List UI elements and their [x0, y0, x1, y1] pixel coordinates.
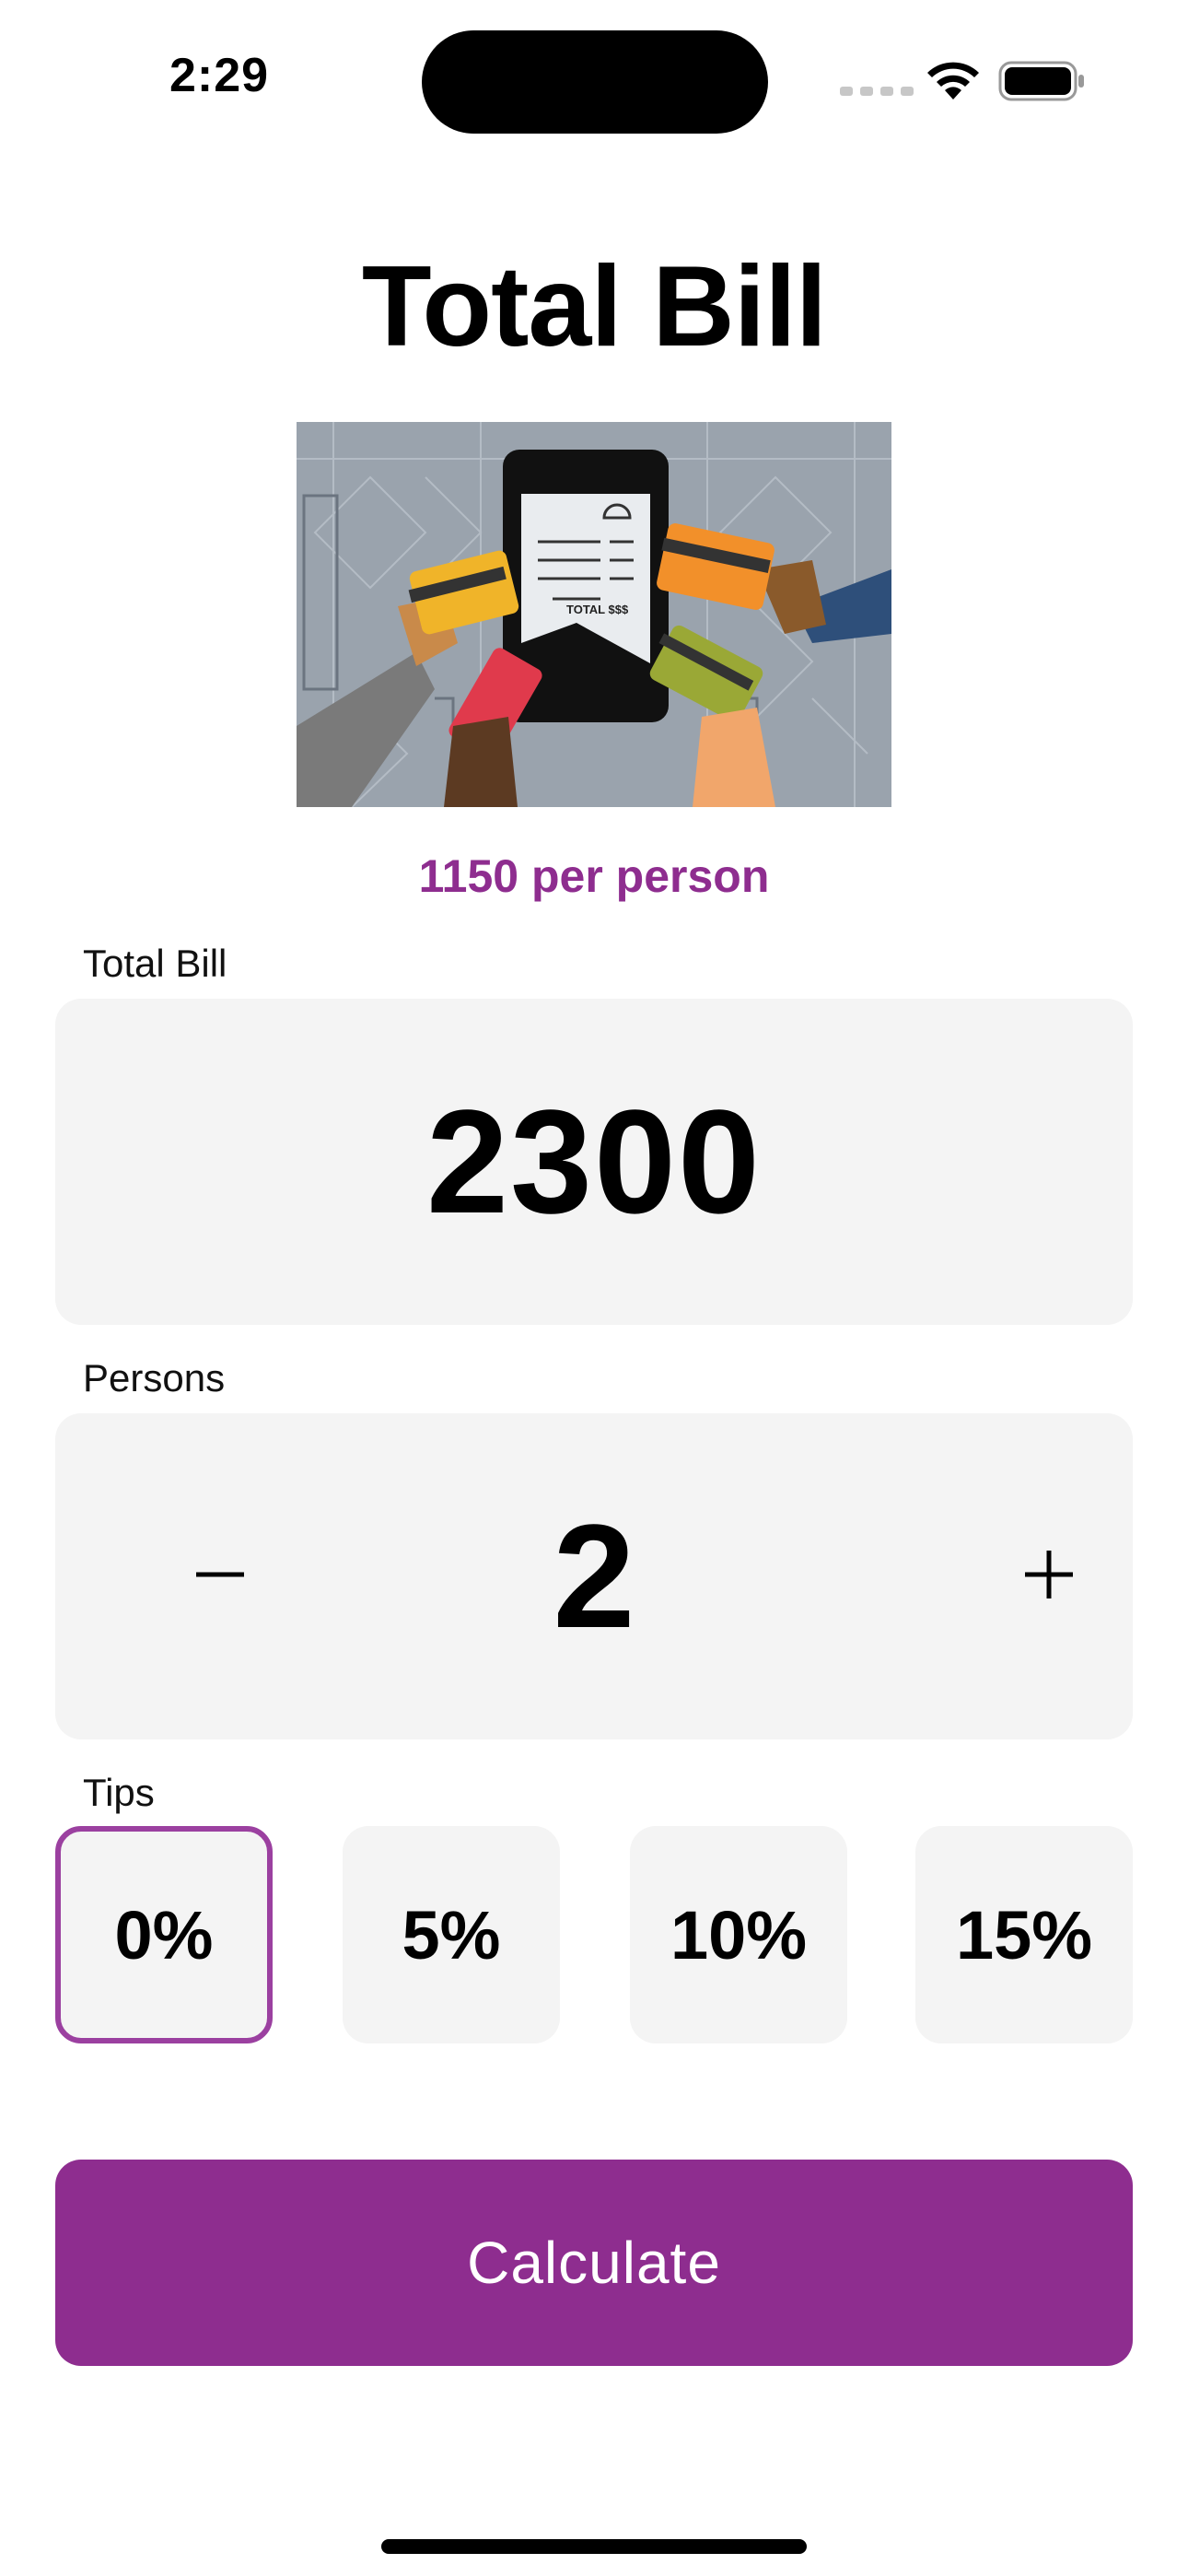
tips-options: 0% 5% 10% 15% — [55, 1826, 1133, 2043]
persons-value: 2 — [553, 1493, 635, 1658]
increment-persons-button[interactable] — [998, 1524, 1100, 1625]
dynamic-island — [422, 30, 768, 134]
app-screen: 2:29 Total Bill TOTAL $$$ 1150 per perso… — [0, 0, 1188, 2576]
tip-option-5[interactable]: 5% — [343, 1826, 560, 2043]
persons-stepper: 2 — [55, 1413, 1133, 1739]
tip-option-10[interactable]: 10% — [630, 1826, 847, 2043]
calculate-button[interactable]: Calculate — [55, 2160, 1133, 2366]
bill-split-illustration: TOTAL $$$ — [297, 422, 891, 807]
tip-option-0[interactable]: 0% — [55, 1826, 273, 2043]
total-bill-input[interactable]: 2300 — [55, 999, 1133, 1325]
total-bill-label: Total Bill — [83, 942, 227, 985]
tips-label: Tips — [83, 1771, 155, 1814]
plus-icon — [1025, 1551, 1073, 1598]
wifi-icon — [927, 62, 979, 100]
status-icons — [840, 57, 1089, 103]
per-person-amount: 1150 per person — [418, 850, 770, 902]
home-indicator[interactable] — [381, 2539, 807, 2554]
page-title: Total Bill — [361, 243, 827, 370]
battery-icon — [998, 61, 1084, 101]
persons-label: Persons — [83, 1356, 226, 1399]
tip-option-15[interactable]: 15% — [915, 1826, 1133, 2043]
total-bill-value[interactable]: 2300 — [55, 999, 1133, 1325]
cellular-signal-icon — [840, 87, 914, 96]
receipt-total-label: TOTAL $$$ — [566, 603, 629, 616]
status-time: 2:29 — [169, 49, 270, 102]
